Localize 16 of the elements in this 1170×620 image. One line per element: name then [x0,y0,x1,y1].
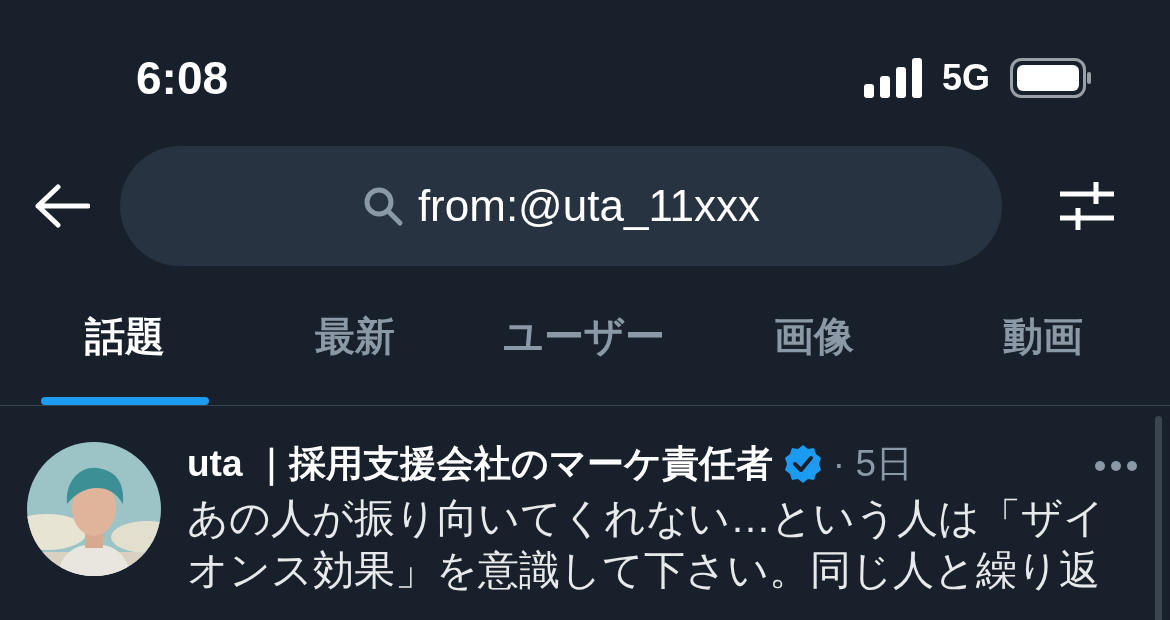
tab[interactable]: 最新 [270,267,439,405]
signal-icon [863,58,922,98]
more-icon[interactable] [1094,460,1138,472]
back-button[interactable] [34,184,90,228]
tab[interactable]: 動画 [959,267,1127,405]
tab[interactable]: 画像 [729,267,898,405]
post-time: · 5日 [832,442,913,486]
filter-button[interactable] [1058,180,1116,232]
status-time: 6:08 [136,51,229,106]
post-text: あの人が振り向いてくれない…という人は「ザイオンス効果」を意識して下さい。同じ人と繰り返 [187,494,1106,595]
tab[interactable]: 話題 [41,267,209,405]
author-name[interactable]: uta ｜採用支援会社のマーケ責任者 [187,439,773,489]
network-type: 5G [941,57,990,99]
battery-icon [1010,58,1092,98]
tab[interactable]: ユーザー [500,267,668,405]
search-field[interactable]: from:@uta_11xxx [120,146,1002,266]
